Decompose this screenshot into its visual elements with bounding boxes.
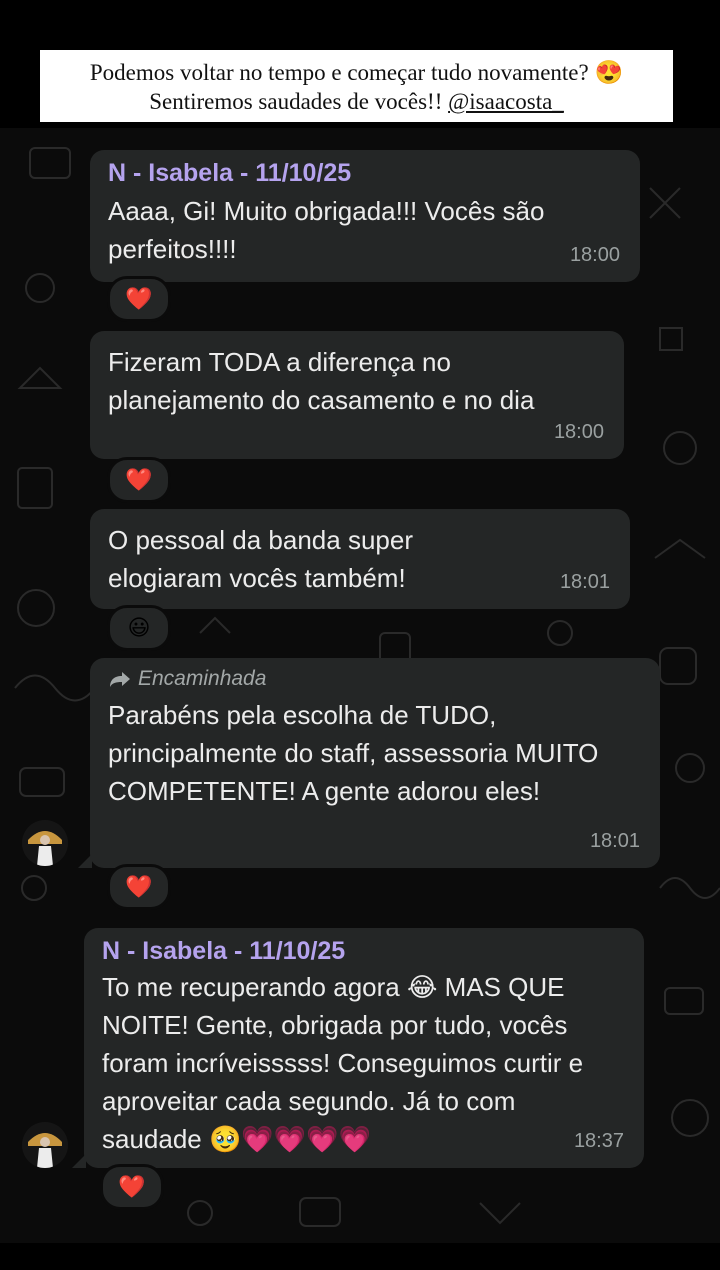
chat-area: N - Isabela - 11/10/25 Aaaa, Gi! Muito o… xyxy=(0,128,720,1243)
message-bubble[interactable]: O pessoal da banda super elogiaram vocês… xyxy=(90,509,630,609)
bottom-bar xyxy=(0,1243,720,1270)
avatar-photo xyxy=(22,1122,68,1168)
bubble-tail xyxy=(72,1154,86,1168)
message-time: 18:01 xyxy=(559,571,610,593)
message-time: 18:01 xyxy=(589,830,640,852)
message-time: 18:00 xyxy=(569,244,620,266)
message-bubble[interactable]: N - Isabela - 11/10/25 Aaaa, Gi! Muito o… xyxy=(90,150,640,282)
sender-name: N - Isabela - 11/10/25 xyxy=(102,937,346,965)
caption-line-2: Sentiremos saudades de vocês!! @isaacost… xyxy=(40,87,673,116)
avatar[interactable] xyxy=(22,820,68,866)
reaction-badge[interactable]: 😃 xyxy=(107,605,171,651)
avatar-photo xyxy=(22,820,68,866)
heart-reaction-icon: ❤️ xyxy=(118,1174,146,1199)
message-text: Parabéns pela escolha de TUDO, principal… xyxy=(108,700,599,806)
message-text: O pessoal da banda super elogiaram vocês… xyxy=(108,525,413,593)
caption-line-1: Podemos voltar no tempo e começar tudo n… xyxy=(89,60,624,85)
message-text: Aaaa, Gi! Muito obrigada!!! Vocês são pe… xyxy=(108,196,545,264)
forwarded-label-text: Encaminhada xyxy=(138,667,267,690)
message-text: Fizeram TODA a diferença no planejamento… xyxy=(108,347,535,415)
heart-reaction-icon: ❤️ xyxy=(125,874,153,899)
message-bubble[interactable]: Fizeram TODA a diferença no planejamento… xyxy=(90,331,624,459)
reaction-badge[interactable]: ❤️ xyxy=(107,457,171,503)
reaction-badge[interactable]: ❤️ xyxy=(107,864,171,910)
grinning-reaction-icon: 😃 xyxy=(127,615,151,640)
forward-arrow-icon xyxy=(110,672,130,687)
message-bubble[interactable]: Encaminhada Parabéns pela escolha de TUD… xyxy=(78,658,660,868)
story-caption: Podemos voltar no tempo e começar tudo n… xyxy=(40,50,673,122)
reaction-badge[interactable]: ❤️ xyxy=(107,276,171,322)
message-text: To me recuperando agora 😂 MAS QUE NOITE!… xyxy=(102,972,584,1154)
message-time: 18:00 xyxy=(553,421,604,443)
forwarded-label: Encaminhada xyxy=(108,666,642,692)
caption-handle-link[interactable]: @isaacosta_ xyxy=(448,89,564,114)
caption-text: Sentiremos saudades de vocês!! xyxy=(149,89,443,114)
reaction-badge[interactable]: ❤️ xyxy=(100,1164,164,1210)
heart-reaction-icon: ❤️ xyxy=(125,286,153,311)
heart-reaction-icon: ❤️ xyxy=(125,467,153,492)
bubble-tail xyxy=(78,854,92,868)
message-time: 18:37 xyxy=(573,1130,624,1152)
message-bubble[interactable]: N - Isabela - 11/10/25 To me recuperando… xyxy=(72,928,644,1168)
avatar[interactable] xyxy=(22,1122,68,1168)
sender-name: N - Isabela - 11/10/25 xyxy=(108,159,352,187)
